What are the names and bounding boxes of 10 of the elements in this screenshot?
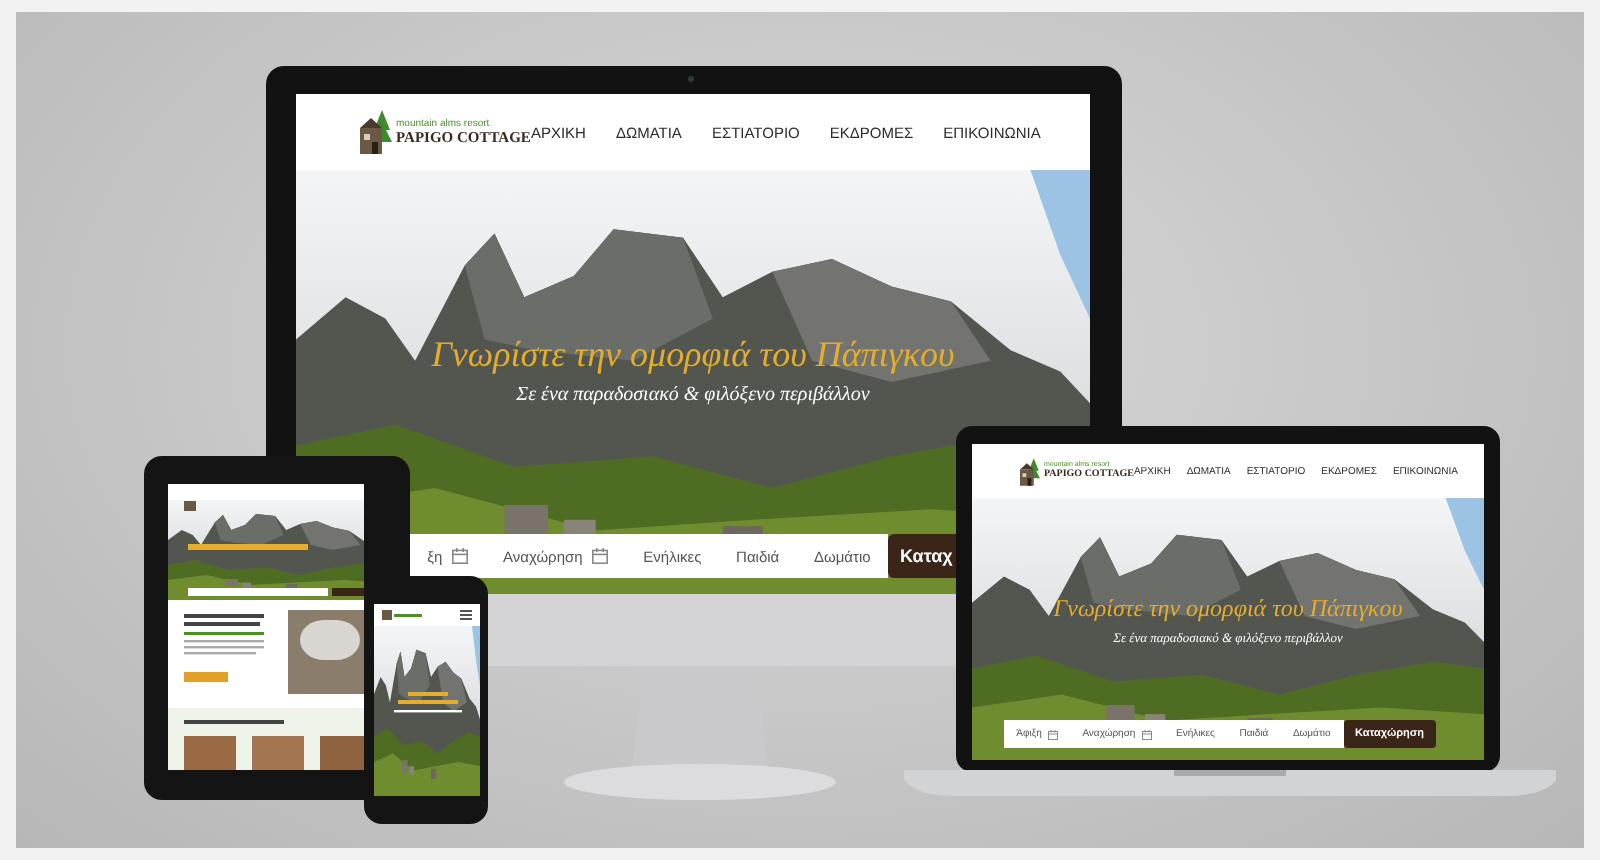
calendar-icon bbox=[592, 548, 609, 564]
calendar-icon bbox=[452, 548, 469, 564]
hero-subtitle: Σε ένα παραδοσιακό & φιλόξενο περιβάλλον bbox=[516, 384, 870, 406]
hero-title: Γνωρίστε την ομορφιά του Πάπιγκου bbox=[431, 334, 955, 376]
cottage-tree-icon bbox=[360, 110, 392, 154]
calendar-icon bbox=[1047, 729, 1058, 739]
cottage-tree-icon bbox=[1020, 457, 1040, 485]
booking-button[interactable]: Καταχ bbox=[888, 534, 960, 578]
calendar-icon bbox=[1141, 729, 1152, 739]
hero-title: Γνωρίστε την ομορφιά του Πάπιγκου bbox=[1053, 594, 1403, 624]
